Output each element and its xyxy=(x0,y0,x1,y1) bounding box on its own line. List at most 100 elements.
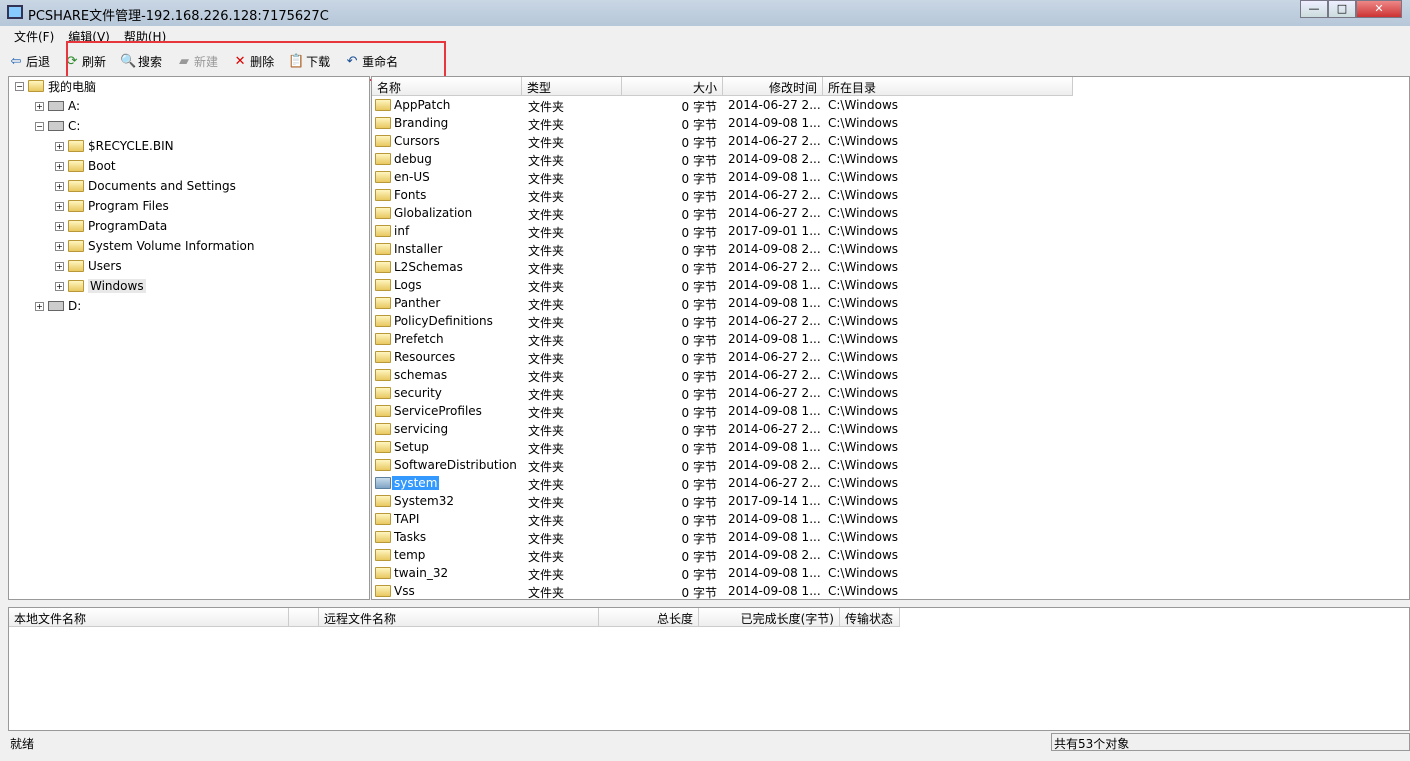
close-button[interactable]: ✕ xyxy=(1356,0,1402,18)
folder-icon xyxy=(375,585,391,597)
column-header-local-file[interactable]: 本地文件名称 xyxy=(9,608,289,627)
file-row[interactable]: Globalization 文件夹 0 字节 2014-06-27 2... C:\Wi… xyxy=(372,204,1410,222)
file-size: 0 字节 xyxy=(681,172,717,186)
file-row[interactable]: Cursors 文件夹 0 字节 2014-06-27 2... C:\Windows xyxy=(372,132,1410,150)
file-row[interactable]: Installer 文件夹 0 字节 2014-09-08 2... C:\Window… xyxy=(372,240,1410,258)
tree-node[interactable]: − 我的电脑 xyxy=(15,77,96,95)
column-header-directory[interactable]: 所在目录 xyxy=(823,77,1073,96)
tree-node[interactable]: + Users xyxy=(55,257,122,275)
folder-icon xyxy=(375,477,391,489)
expand-toggle-icon[interactable]: − xyxy=(15,81,24,91)
file-row[interactable]: AppPatch 文件夹 0 字节 2014-06-27 2... C:\Windows xyxy=(372,96,1410,114)
file-name: Logs xyxy=(394,278,422,292)
file-row[interactable]: Tasks 文件夹 0 字节 2014-09-08 1... C:\Windows xyxy=(372,528,1410,546)
expand-toggle-icon[interactable]: + xyxy=(55,261,64,271)
tree-node[interactable]: + Documents and Settings xyxy=(55,177,236,195)
file-row[interactable]: PolicyDefinitions 文件夹 0 字节 2014-06-27 2... C… xyxy=(372,312,1410,330)
tree-node[interactable]: + D: xyxy=(35,297,81,315)
file-type: 文件夹 xyxy=(528,568,565,582)
expand-toggle-icon[interactable]: + xyxy=(55,161,64,171)
folder-icon xyxy=(375,513,391,525)
tree-node[interactable]: + System Volume Information xyxy=(55,237,254,255)
expand-toggle-icon[interactable]: + xyxy=(55,201,64,211)
file-modified: 2014-09-08 1... xyxy=(728,530,821,544)
file-row[interactable]: Vss 文件夹 0 字节 2014-09-08 1... C:\Windows xyxy=(372,582,1410,600)
tree-node[interactable]: + $RECYCLE.BIN xyxy=(55,137,174,155)
folder-icon xyxy=(375,189,391,201)
minimize-button[interactable]: — xyxy=(1300,0,1328,18)
tree-node[interactable]: + Program Files xyxy=(55,197,169,215)
expand-toggle-icon[interactable]: + xyxy=(55,241,64,251)
file-row[interactable]: en-US 文件夹 0 字节 2014-09-08 1... C:\Windows xyxy=(372,168,1410,186)
file-size: 0 字节 xyxy=(681,424,717,438)
file-size: 0 字节 xyxy=(681,532,717,546)
file-row[interactable]: SoftwareDistribution 文件夹 0 字节 2014-09-08 2.… xyxy=(372,456,1410,474)
tree-node[interactable]: + Windows xyxy=(55,277,146,295)
expand-toggle-icon[interactable]: − xyxy=(35,121,44,131)
file-row[interactable]: Setup 文件夹 0 字节 2014-09-08 1... C:\Windows xyxy=(372,438,1410,456)
tree-node-label: System Volume Information xyxy=(88,239,255,253)
file-row[interactable]: Logs 文件夹 0 字节 2014-09-08 1... C:\Windows xyxy=(372,276,1410,294)
file-row[interactable]: inf 文件夹 0 字节 2017-09-01 1... C:\Windows xyxy=(372,222,1410,240)
expand-toggle-icon[interactable]: + xyxy=(35,301,44,311)
file-row[interactable]: Prefetch 文件夹 0 字节 2014-09-08 1... C:\Windows xyxy=(372,330,1410,348)
tree-node-label: 我的电脑 xyxy=(48,79,97,94)
file-row[interactable]: system 文件夹 0 字节 2014-06-27 2... C:\Windows xyxy=(372,474,1410,492)
menu-file[interactable]: 文件(F) xyxy=(14,28,54,46)
file-row[interactable]: Fonts 文件夹 0 字节 2014-06-27 2... C:\Windows xyxy=(372,186,1410,204)
expand-toggle-icon[interactable]: + xyxy=(55,181,64,191)
expand-toggle-icon[interactable]: + xyxy=(55,281,64,291)
tree-node[interactable]: − C: xyxy=(35,117,80,135)
file-row[interactable]: security 文件夹 0 字节 2014-06-27 2... C:\Windows xyxy=(372,384,1410,402)
file-modified: 2014-09-08 2... xyxy=(728,152,821,166)
file-directory: C:\Windows xyxy=(828,368,899,382)
file-type: 文件夹 xyxy=(528,370,565,384)
file-type: 文件夹 xyxy=(528,424,565,438)
file-modified: 2014-06-27 2... xyxy=(728,260,821,274)
column-header-modified[interactable]: 修改时间 xyxy=(723,77,823,96)
file-row[interactable]: L2Schemas 文件夹 0 字节 2014-06-27 2... C:\Window… xyxy=(372,258,1410,276)
file-row[interactable]: Branding 文件夹 0 字节 2014-09-08 1... C:\Windows xyxy=(372,114,1410,132)
file-directory: C:\Windows xyxy=(828,332,899,346)
file-modified: 2014-06-27 2... xyxy=(728,476,821,490)
file-row[interactable]: TAPI 文件夹 0 字节 2014-09-08 1... C:\Windows xyxy=(372,510,1410,528)
column-header-size[interactable]: 大小 xyxy=(622,77,723,96)
column-header-blank[interactable] xyxy=(289,608,319,627)
back-button[interactable]: ⇦ 后退 xyxy=(8,53,50,70)
file-list[interactable]: 名称 类型 大小 修改时间 所在目录 AppPatch 文件夹 0 字节 2014-0… xyxy=(371,76,1410,600)
folder-icon xyxy=(375,135,391,147)
file-row[interactable]: ServiceProfiles 文件夹 0 字节 2014-09-08 1... C:\… xyxy=(372,402,1410,420)
file-name: security xyxy=(394,386,442,400)
file-row[interactable]: Panther 文件夹 0 字节 2014-09-08 1... C:\Windows xyxy=(372,294,1410,312)
file-modified: 2014-06-27 2... xyxy=(728,314,821,328)
expand-toggle-icon[interactable]: + xyxy=(35,101,44,111)
expand-toggle-icon[interactable]: + xyxy=(55,221,64,231)
folder-tree[interactable]: − 我的电脑 + A: − C: + $RECYCLE.BIN + Boot + Documents … xyxy=(8,76,370,600)
file-row[interactable]: System32 文件夹 0 字节 2017-09-14 1... C:\Windows xyxy=(372,492,1410,510)
column-header-name[interactable]: 名称 xyxy=(372,77,522,96)
column-header-transfer-status[interactable]: 传输状态 xyxy=(840,608,900,627)
file-row[interactable]: servicing 文件夹 0 字节 2014-06-27 2... C:\Window… xyxy=(372,420,1410,438)
file-type: 文件夹 xyxy=(528,460,565,474)
file-row[interactable]: schemas 文件夹 0 字节 2014-06-27 2... C:\Windows xyxy=(372,366,1410,384)
column-header-completed-length[interactable]: 已完成长度(字节) xyxy=(699,608,840,627)
drive-icon xyxy=(48,101,64,111)
file-size: 0 字节 xyxy=(681,568,717,582)
transfer-queue[interactable]: 本地文件名称 远程文件名称 总长度 已完成长度(字节) 传输状态 xyxy=(8,607,1410,731)
column-header-total-length[interactable]: 总长度 xyxy=(599,608,699,627)
file-type: 文件夹 xyxy=(528,406,565,420)
file-row[interactable]: Resources 文件夹 0 字节 2014-06-27 2... C:\Window… xyxy=(372,348,1410,366)
tree-node[interactable]: + ProgramData xyxy=(55,217,167,235)
tree-node[interactable]: + Boot xyxy=(55,157,116,175)
maximize-button[interactable]: □ xyxy=(1328,0,1356,18)
file-type: 文件夹 xyxy=(528,298,565,312)
column-header-type[interactable]: 类型 xyxy=(522,77,622,96)
column-header-remote-file[interactable]: 远程文件名称 xyxy=(319,608,599,627)
file-name: servicing xyxy=(394,422,449,436)
expand-toggle-icon[interactable]: + xyxy=(55,141,64,151)
file-row[interactable]: temp 文件夹 0 字节 2014-09-08 2... C:\Windows xyxy=(372,546,1410,564)
file-row[interactable]: twain_32 文件夹 0 字节 2014-09-08 1... C:\Windows xyxy=(372,564,1410,582)
file-row[interactable]: debug 文件夹 0 字节 2014-09-08 2... C:\Windows xyxy=(372,150,1410,168)
tree-node[interactable]: + A: xyxy=(35,97,80,115)
file-directory: C:\Windows xyxy=(828,296,899,310)
